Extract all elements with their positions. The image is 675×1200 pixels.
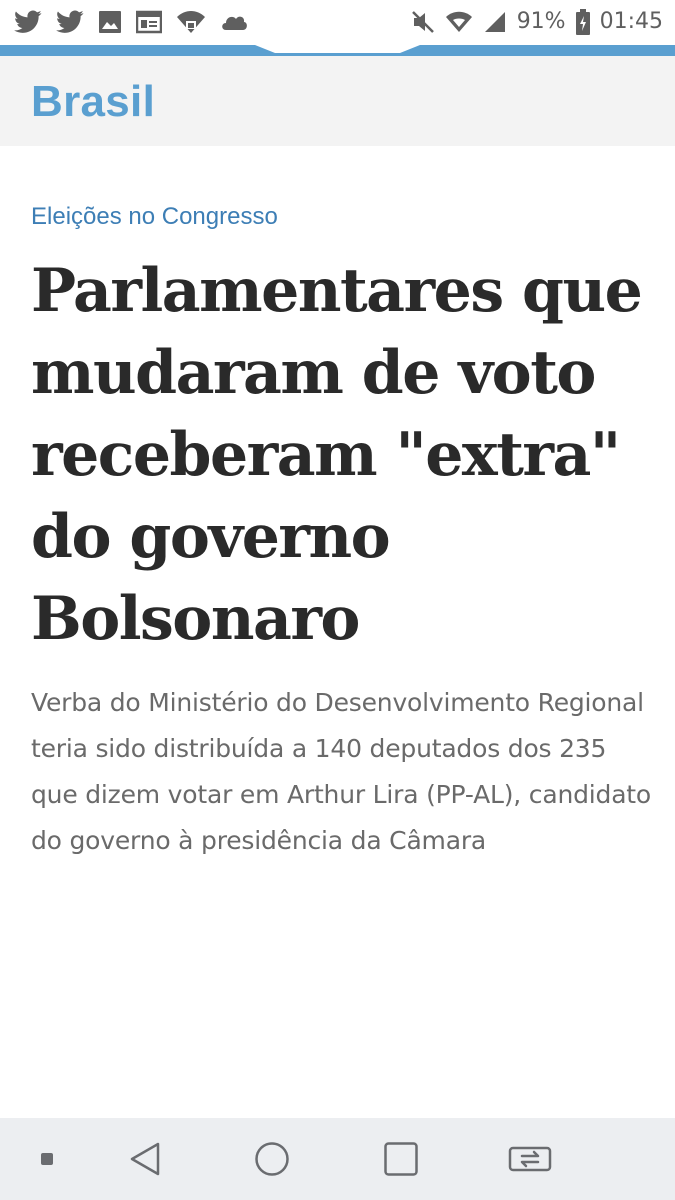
gallery-icon [98, 10, 122, 34]
twitter-icon [56, 10, 84, 34]
news-icon [136, 10, 162, 34]
header-accent-bar [0, 44, 675, 57]
mute-icon [411, 9, 435, 35]
recents-icon[interactable] [366, 1118, 436, 1200]
navigation-bar [0, 1118, 675, 1200]
cloud-icon [220, 12, 248, 32]
home-icon[interactable] [237, 1118, 307, 1200]
signal-icon [483, 10, 507, 34]
clock: 01:45 [599, 9, 663, 34]
dot-icon[interactable] [22, 1118, 72, 1200]
article-kicker[interactable]: Eleições no Congresso [31, 200, 278, 234]
rotate-screen-icon[interactable] [495, 1118, 565, 1200]
article-headline: Parlamentares que mudaram de voto recebe… [31, 256, 643, 654]
section-title[interactable]: Brasil [31, 75, 155, 129]
twitter-icon [14, 10, 42, 34]
back-icon[interactable] [110, 1118, 180, 1200]
status-bar: 91% 01:45 [0, 0, 675, 46]
article-subtitle: Verba do Ministério do Desenvolvimento R… [31, 688, 652, 855]
wifi-lock-icon [176, 9, 206, 35]
battery-icon [575, 9, 590, 35]
system-status: 91% 01:45 [411, 8, 663, 36]
battery-percent: 91% [516, 9, 566, 34]
notification-icons [14, 9, 248, 35]
wifi-icon [445, 10, 473, 34]
